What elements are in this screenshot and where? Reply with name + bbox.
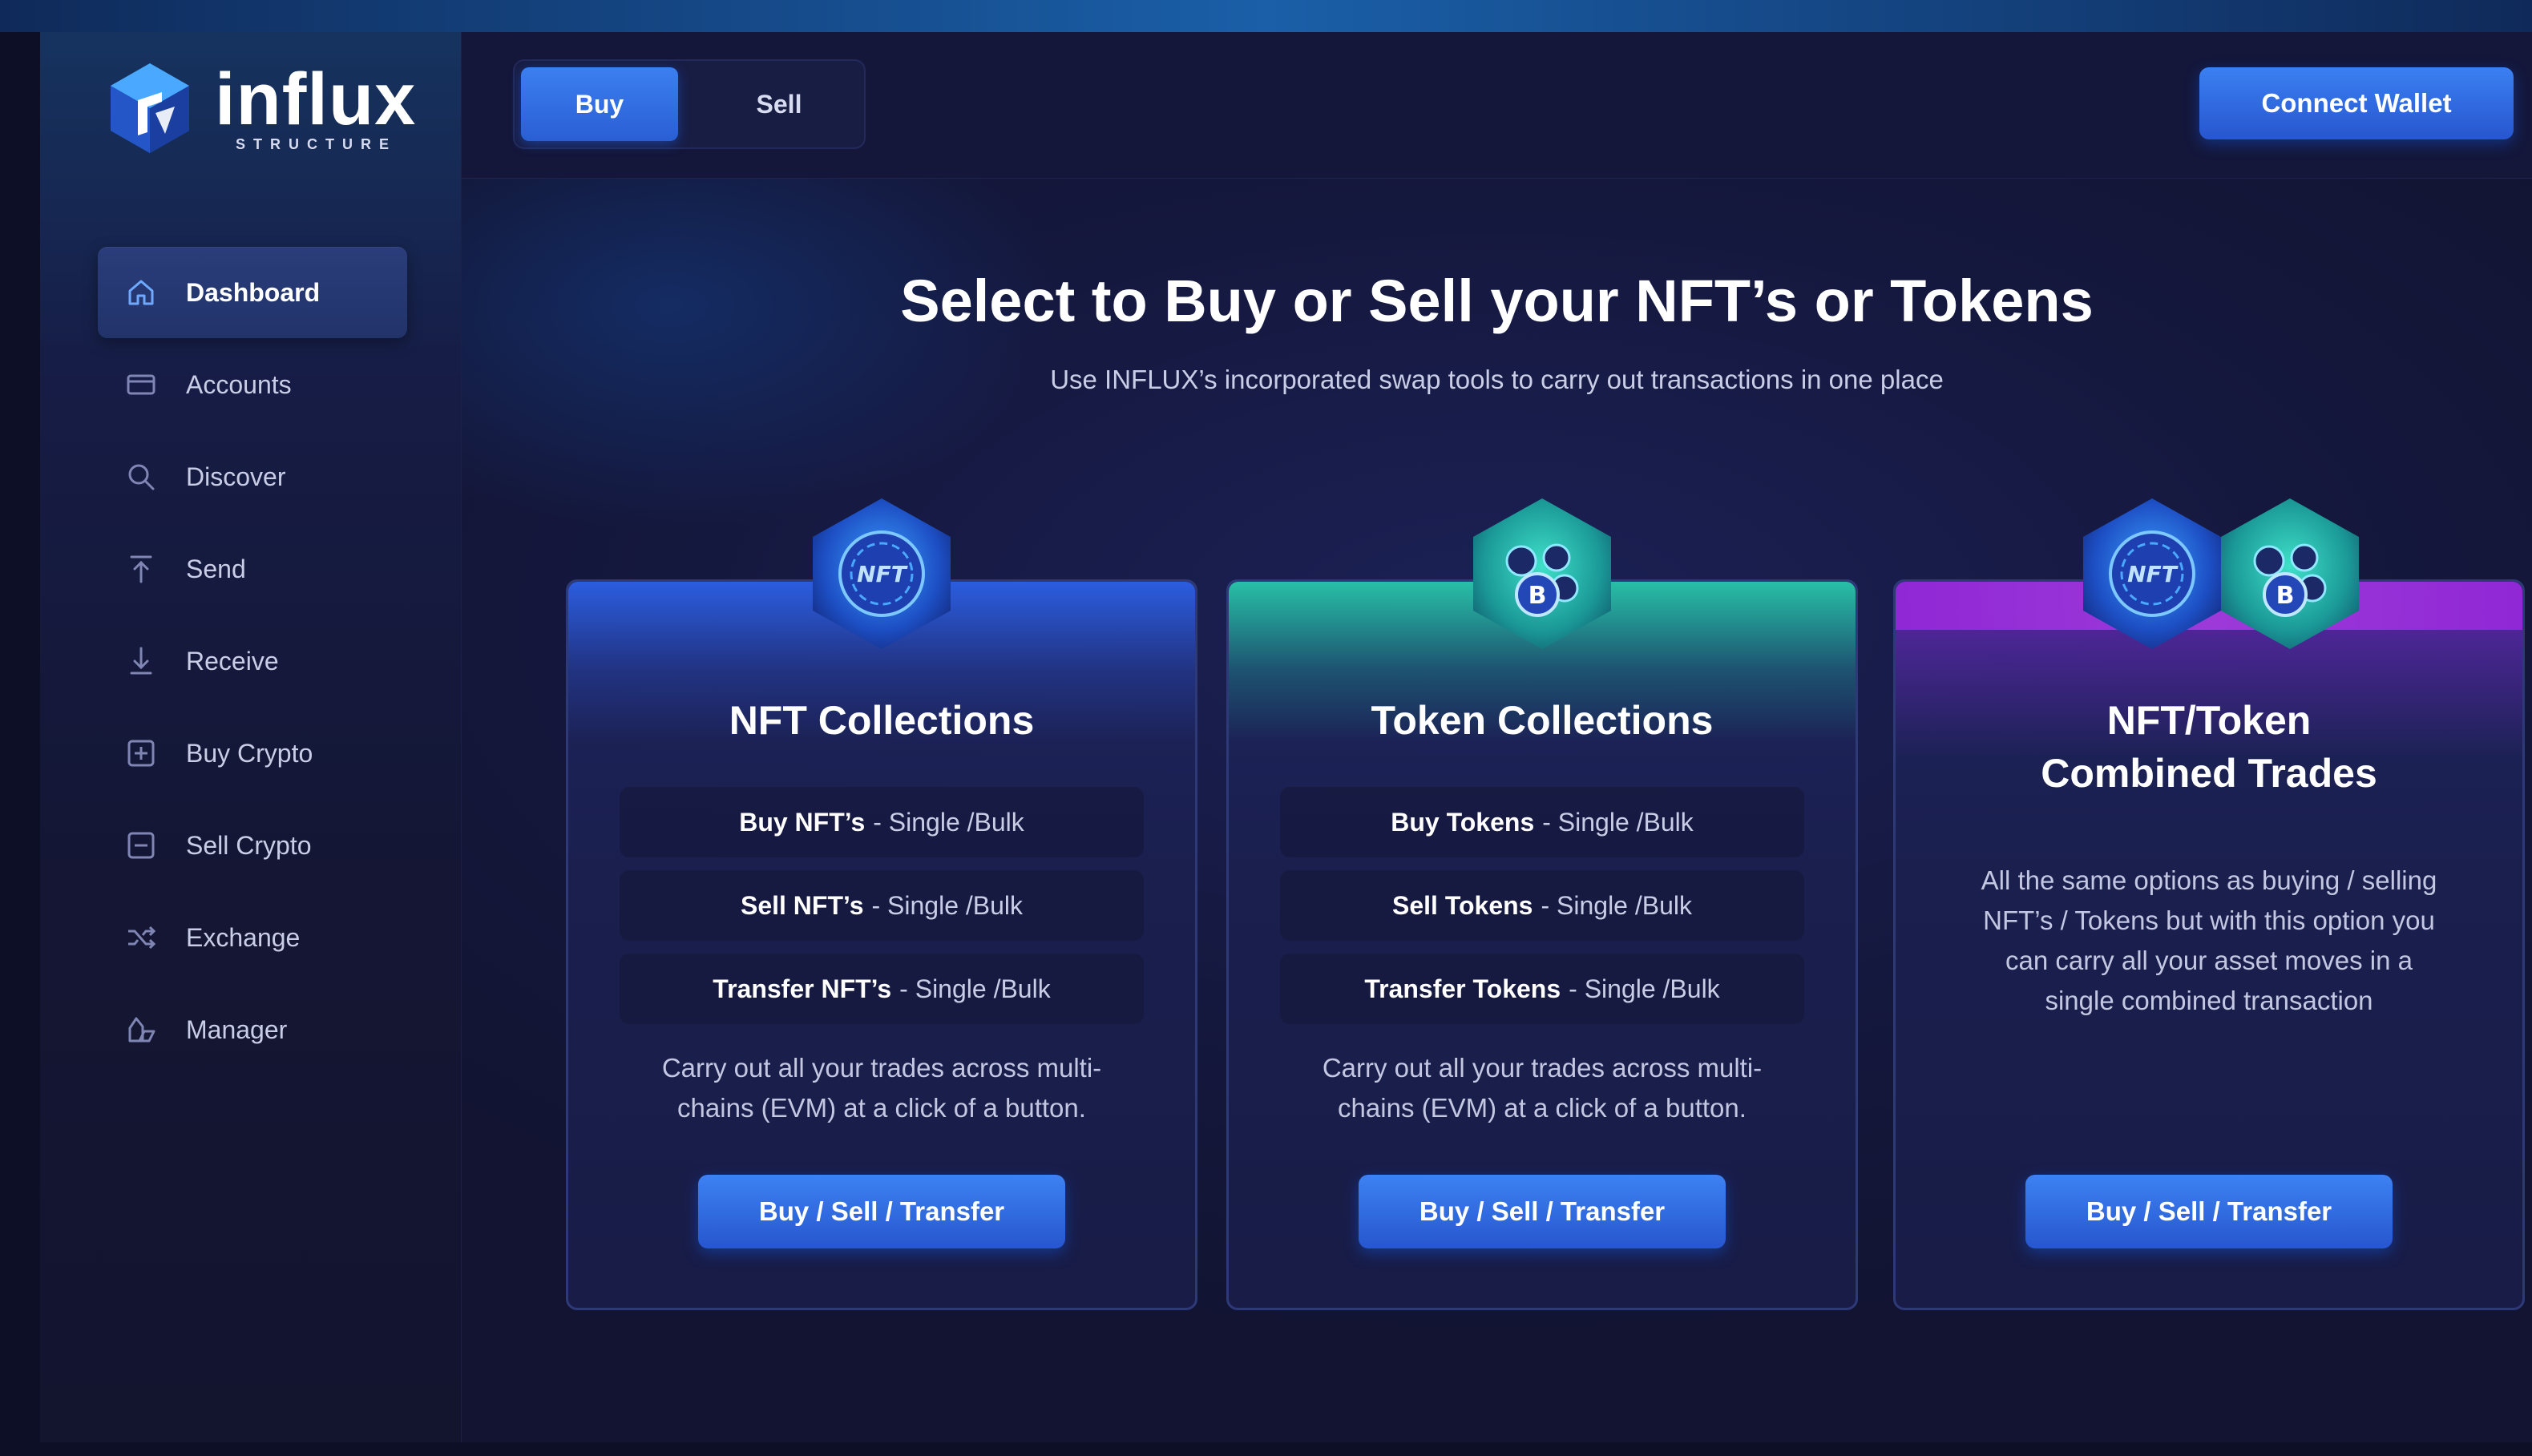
page-title: Select to Buy or Sell your NFT’s or Toke… [900, 268, 2094, 334]
sidebar-item-label: Discover [186, 462, 286, 491]
svg-text:B: B [2276, 582, 2295, 610]
buy-nft-option[interactable]: Buy NFT’s - Single /Bulk [620, 787, 1144, 857]
logo-subtitle: STRUCTURE [236, 135, 397, 152]
token-collections-card: B Token Collections Buy Tokens - Single … [1226, 498, 1858, 1310]
token-badge-icon: B [2221, 498, 2359, 649]
option-detail: - Single /Bulk [1542, 807, 1694, 837]
card-description: Carry out all your trades across multi- … [1322, 1053, 1763, 1123]
arrow-down-icon [123, 643, 159, 679]
sidebar-item-label: Exchange [186, 922, 301, 952]
sidebar-item-dashboard[interactable]: Dashboard [98, 247, 407, 338]
top-glow-bar [0, 0, 2532, 32]
option-strong: Transfer NFT’s [713, 974, 892, 1003]
sidebar-item-label: Sell Crypto [186, 830, 312, 860]
sidebar-item-label: Dashboard [186, 277, 321, 307]
option-strong: Transfer Tokens [1364, 974, 1561, 1003]
sidebar-nav: Dashboard Accounts Discover Send Receive… [98, 247, 407, 1076]
option-detail: - Single /Bulk [873, 807, 1024, 837]
svg-text:B: B [1528, 582, 1547, 610]
nft-collections-card: NFT NFT Collections Buy NFT’s - Single /… [566, 498, 1197, 1310]
option-strong: Buy Tokens [1391, 807, 1535, 837]
transfer-tokens-option[interactable]: Transfer Tokens - Single /Bulk [1280, 954, 1804, 1024]
sidebar-item-label: Buy Crypto [186, 738, 313, 768]
arrow-up-icon [123, 551, 159, 587]
card-description: All the same options as buying / selling… [1981, 865, 2437, 1015]
sell-nft-option[interactable]: Sell NFT’s - Single /Bulk [620, 870, 1144, 941]
shuffle-icon [123, 920, 159, 955]
sidebar-item-label: Receive [186, 646, 279, 676]
sidebar-item-receive[interactable]: Receive [98, 615, 407, 707]
card-title: NFT/Token Combined Trades [2041, 698, 2377, 796]
home-icon [123, 275, 159, 310]
option-detail: - Single /Bulk [899, 974, 1051, 1003]
buy-tokens-option[interactable]: Buy Tokens - Single /Bulk [1280, 787, 1804, 857]
card-title: NFT Collections [729, 698, 1035, 743]
topbar: Buy Sell Connect Wallet [462, 32, 2532, 179]
combined-trades-card: NFT B NFT/Token Combined Trades All the … [1893, 498, 2525, 1310]
app-window: influx STRUCTURE Dashboard Accounts Disc… [40, 32, 2532, 1442]
search-icon [123, 459, 159, 494]
sell-tab[interactable]: Sell [701, 67, 858, 141]
sidebar-item-label: Send [186, 554, 246, 583]
buy-sell-toggle: Buy Sell [513, 59, 866, 149]
sell-tokens-option[interactable]: Sell Tokens - Single /Bulk [1280, 870, 1804, 941]
card-title: Token Collections [1371, 698, 1714, 743]
option-strong: Sell Tokens [1392, 890, 1533, 920]
main-content: Select to Buy or Sell your NFT’s or Toke… [462, 179, 2532, 1442]
minus-square-icon [123, 828, 159, 863]
transfer-nft-option[interactable]: Transfer NFT’s - Single /Bulk [620, 954, 1144, 1024]
sidebar-item-buy-crypto[interactable]: Buy Crypto [98, 708, 407, 799]
option-strong: Sell NFT’s [740, 890, 864, 920]
logo-name: influx [215, 58, 417, 140]
option-detail: - Single /Bulk [871, 890, 1024, 920]
svg-text:NFT: NFT [857, 561, 908, 587]
card-description: Carry out all your trades across multi- … [661, 1053, 1102, 1123]
sidebar-item-exchange[interactable]: Exchange [98, 892, 407, 983]
logo[interactable]: influx STRUCTURE [106, 56, 416, 160]
sidebar-item-accounts[interactable]: Accounts [98, 339, 407, 430]
buy-tab[interactable]: Buy [521, 67, 678, 141]
option-detail: - Single /Bulk [1541, 890, 1692, 920]
nft-badge-icon: NFT [813, 498, 951, 649]
sidebar-item-discover[interactable]: Discover [98, 431, 407, 522]
sidebar-item-manager[interactable]: Manager [98, 984, 407, 1075]
option-strong: Buy NFT’s [739, 807, 866, 837]
manager-icon [123, 1012, 159, 1047]
sidebar-item-label: Manager [186, 1014, 288, 1044]
sidebar-item-send[interactable]: Send [98, 523, 407, 615]
sidebar-item-label: Accounts [186, 369, 292, 399]
option-detail: - Single /Bulk [1569, 974, 1720, 1003]
svg-text:NFT: NFT [2127, 561, 2179, 587]
plus-square-icon [123, 736, 159, 771]
token-buy-sell-transfer-button[interactable]: Buy / Sell / Transfer [1359, 1175, 1726, 1248]
nft-badge-icon: NFT [2083, 498, 2221, 649]
connect-wallet-button[interactable]: Connect Wallet [2199, 67, 2514, 139]
card-icon [123, 367, 159, 402]
logo-cube-icon [111, 63, 189, 153]
sidebar: influx STRUCTURE Dashboard Accounts Disc… [40, 32, 462, 1442]
token-badge-icon: B [1473, 498, 1611, 649]
nft-buy-sell-transfer-button[interactable]: Buy / Sell / Transfer [698, 1175, 1065, 1248]
combined-buy-sell-transfer-button[interactable]: Buy / Sell / Transfer [2025, 1175, 2393, 1248]
page-subtitle: Use INFLUX’s incorporated swap tools to … [1050, 365, 1944, 394]
sidebar-item-sell-crypto[interactable]: Sell Crypto [98, 800, 407, 891]
